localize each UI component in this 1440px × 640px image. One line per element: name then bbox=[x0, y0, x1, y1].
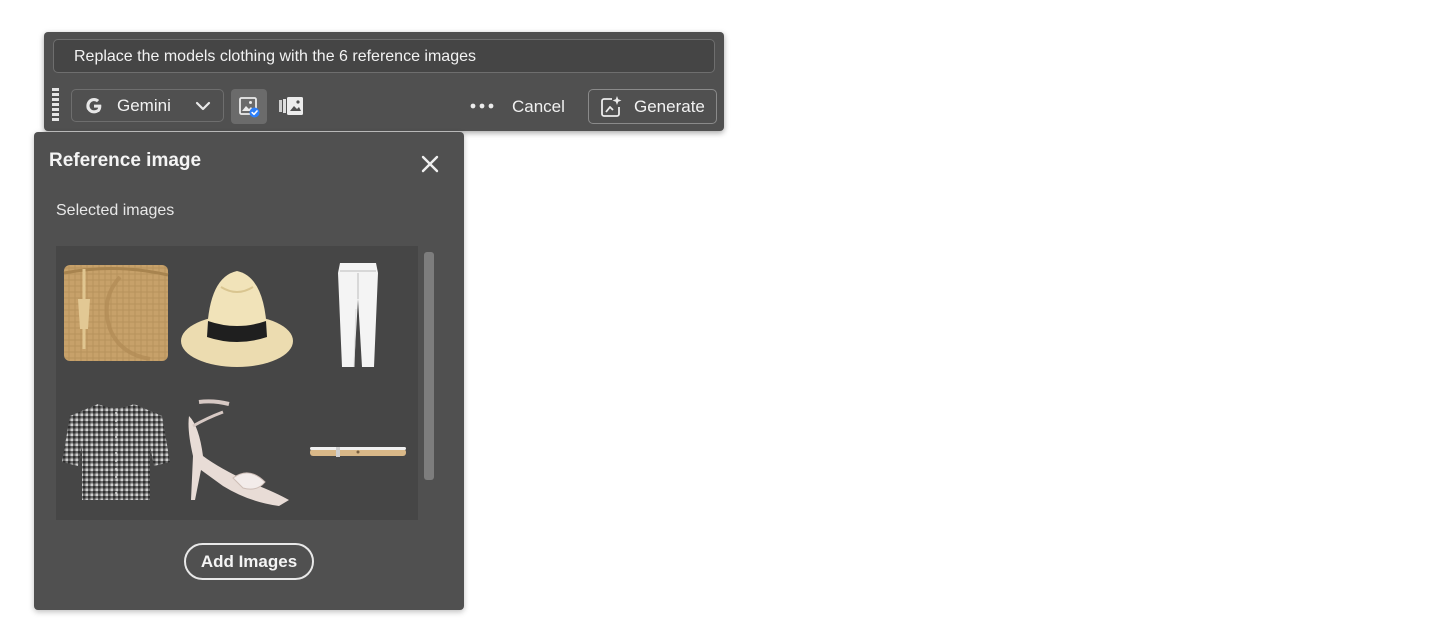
prompt-toolbar: Replace the models clothing with the 6 r… bbox=[44, 32, 724, 131]
reference-thumbnail[interactable] bbox=[297, 246, 418, 383]
generate-button-label: Generate bbox=[634, 96, 705, 116]
prompt-input[interactable]: Replace the models clothing with the 6 r… bbox=[53, 39, 715, 73]
chevron-down-icon bbox=[195, 101, 211, 110]
drag-handle-icon[interactable] bbox=[52, 88, 59, 122]
generate-sparkle-icon bbox=[601, 95, 622, 117]
model-picker-label: Gemini bbox=[117, 95, 171, 115]
straw-fedora-hat-icon bbox=[180, 270, 293, 367]
reference-image-toggle[interactable] bbox=[231, 89, 267, 124]
thin-belt-icon bbox=[309, 446, 406, 457]
cancel-button[interactable]: Cancel bbox=[512, 92, 565, 122]
more-horizontal-icon bbox=[470, 103, 494, 109]
thumbnail-scrollbar[interactable] bbox=[424, 252, 434, 480]
white-jeans-icon bbox=[337, 262, 378, 367]
panel-title: Reference image bbox=[49, 150, 202, 171]
selected-images-label: Selected images bbox=[56, 202, 175, 219]
close-icon[interactable] bbox=[418, 152, 442, 176]
reference-thumbnail[interactable] bbox=[177, 246, 298, 383]
style-reference-icon bbox=[279, 97, 303, 115]
selected-images-grid bbox=[56, 246, 418, 520]
straw-clutch-bag-icon bbox=[64, 264, 169, 361]
reference-thumbnail[interactable] bbox=[56, 246, 177, 383]
reference-thumbnail[interactable] bbox=[177, 383, 298, 520]
reference-image-icon bbox=[239, 96, 260, 117]
style-reference-button[interactable] bbox=[277, 92, 307, 120]
strappy-heel-sandal-icon bbox=[188, 398, 289, 506]
model-picker-dropdown[interactable]: Gemini bbox=[71, 89, 224, 122]
add-images-button[interactable]: Add Images bbox=[184, 543, 314, 580]
reference-image-panel: Reference image Selected images Add Imag… bbox=[34, 132, 464, 610]
generate-button[interactable]: Generate bbox=[588, 89, 717, 124]
google-g-icon bbox=[86, 97, 102, 113]
gingham-blouse-icon bbox=[62, 403, 171, 500]
more-options-button[interactable] bbox=[468, 94, 496, 118]
reference-thumbnail[interactable] bbox=[297, 383, 418, 520]
reference-thumbnail[interactable] bbox=[56, 383, 177, 520]
